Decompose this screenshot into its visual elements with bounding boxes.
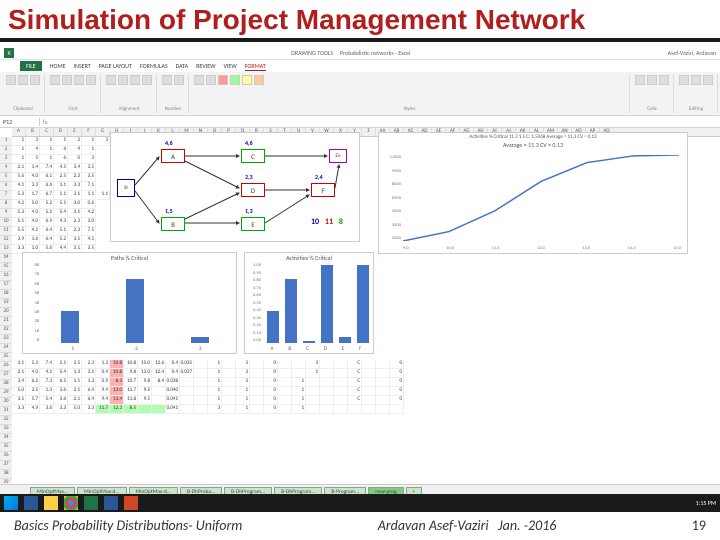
- ribbon-group-number: Number: [158, 74, 189, 113]
- percent-icon[interactable]: [174, 75, 184, 85]
- sort-icon[interactable]: [691, 75, 701, 85]
- slide-footer: Basics Probability Distributions- Unifor…: [0, 511, 720, 540]
- formula-bar: P12 fx: [0, 116, 720, 128]
- chart-activities: Activities % Critical 1.000.900.800.700.…: [244, 252, 374, 354]
- explorer-icon[interactable]: [44, 496, 58, 510]
- start-button[interactable]: [4, 496, 18, 510]
- fill-icon[interactable]: [86, 75, 96, 85]
- path-totals: 10 11 8: [309, 217, 345, 227]
- window-titlebar: X DRAWING TOOLS Probabilistic networks -…: [0, 46, 720, 60]
- ribbon-group-editing: Editing: [675, 74, 718, 113]
- chart-paths: Paths % Critical 88786858483828188 123: [22, 252, 237, 354]
- style-good-icon[interactable]: [230, 75, 240, 85]
- footer-left: Basics Probability Distributions- Unifor…: [14, 517, 242, 534]
- format-icon[interactable]: [659, 75, 669, 85]
- tab-home[interactable]: HOME: [50, 62, 66, 70]
- find-icon[interactable]: [703, 75, 713, 85]
- style-neutral-icon[interactable]: [242, 75, 252, 85]
- title-underline: [0, 38, 720, 42]
- tab-formulas[interactable]: FORMULAS: [140, 62, 168, 70]
- copy-icon[interactable]: [30, 75, 40, 85]
- currency-icon[interactable]: [162, 75, 172, 85]
- excel-window: X DRAWING TOOLS Probabilistic networks -…: [0, 46, 720, 490]
- ie-icon[interactable]: [24, 496, 38, 510]
- chart-scurve-title: Activities % Critical 11.3 1.5 C: 1.5068…: [379, 133, 687, 141]
- bold-icon[interactable]: [50, 75, 60, 85]
- ribbon-group-clipboard: Clipboard: [2, 74, 45, 113]
- tab-view[interactable]: VIEW: [224, 62, 237, 70]
- ribbon-group-cells: Cells: [631, 74, 674, 113]
- chart-activities-xaxis: ABCDEF: [263, 346, 369, 352]
- cond-format-icon[interactable]: [194, 75, 204, 85]
- row-headers: 1234567891011121314151617181920212223242…: [0, 137, 12, 488]
- tab-data[interactable]: DATA: [176, 62, 189, 70]
- chart-scurve-xaxis: 9.010.011.012.013.014.015.0: [403, 246, 681, 251]
- slide-title: Simulation of Project Management Network: [0, 0, 720, 36]
- cut-icon[interactable]: [18, 75, 28, 85]
- excel-taskbar-icon[interactable]: [84, 496, 98, 510]
- chart-activities-yaxis: 1.000.900.800.700.600.500.400.300.200.10…: [247, 263, 261, 343]
- wrap-icon[interactable]: [130, 75, 140, 85]
- paste-icon[interactable]: [6, 75, 16, 85]
- window-doc-title: DRAWING TOOLS Probabilistic networks - E…: [34, 49, 668, 57]
- chart-scurve-yaxis: 11000950080006500500035002000: [381, 155, 401, 241]
- network-diagram: St A C D F B E En 4,6 4,6 2,3 2,4 1,5 1,…: [110, 132, 360, 242]
- ribbon-group-styles: Styles: [190, 74, 630, 113]
- taskbar-clock: 1:15 PM: [696, 499, 716, 507]
- fx-label: fx: [40, 118, 50, 126]
- ribbon-group-alignment: Alignment: [102, 74, 157, 113]
- style-calc-icon[interactable]: [254, 75, 264, 85]
- tab-format[interactable]: FORMAT: [245, 62, 266, 71]
- chart-paths-plot: [41, 263, 232, 343]
- footer-center: Ardavan Asef-Vaziri Jan. -2016: [378, 517, 557, 534]
- delete-icon[interactable]: [647, 75, 657, 85]
- underline-icon[interactable]: [74, 75, 84, 85]
- tab-file[interactable]: FILE: [20, 61, 42, 71]
- tab-review[interactable]: REVIEW: [196, 62, 215, 70]
- ribbon: Clipboard Font Alignment Number Styles C…: [0, 72, 720, 116]
- chart-activities-plot: [263, 263, 369, 343]
- format-table-icon[interactable]: [206, 75, 216, 85]
- chart-scurve-plot: [403, 155, 679, 241]
- tab-pagelayout[interactable]: PAGE LAYOUT: [99, 62, 132, 70]
- merge-icon[interactable]: [142, 75, 152, 85]
- taskbar: 1:15 PM: [0, 494, 720, 512]
- tab-insert[interactable]: INSERT: [74, 62, 91, 70]
- chart-paths-title: Paths % Critical: [23, 253, 236, 263]
- name-box[interactable]: P12: [0, 118, 40, 126]
- sum-icon[interactable]: [679, 75, 689, 85]
- window-user: Asef-Vaziri, Ardavan: [668, 49, 716, 57]
- align-center-icon[interactable]: [118, 75, 128, 85]
- footer-page: 19: [692, 517, 706, 534]
- ppt-taskbar-icon[interactable]: [124, 496, 138, 510]
- ribbon-group-font: Font: [46, 74, 101, 113]
- bottom-table: 3.15.37.42.13.52.31.310.810.815.012.60.4…: [12, 360, 404, 414]
- italic-icon[interactable]: [62, 75, 72, 85]
- excel-icon: X: [4, 48, 14, 58]
- insert-icon[interactable]: [635, 75, 645, 85]
- chart-paths-xaxis: 123: [41, 346, 232, 352]
- chrome-icon[interactable]: [64, 496, 78, 510]
- worksheet[interactable]: ABCDEFGHIJKLMNOPQRSTUVWXYZAAABACADAEAFAG…: [0, 128, 720, 498]
- align-left-icon[interactable]: [106, 75, 116, 85]
- chart-paths-yaxis: 88786858483828188: [25, 263, 39, 343]
- ribbon-tabs: FILE HOME INSERT PAGE LAYOUT FORMULAS DA…: [0, 60, 720, 72]
- chart-activities-title: Activities % Critical: [245, 253, 373, 263]
- chart-scurve: Activities % Critical 11.3 1.5 C: 1.5068…: [378, 132, 688, 254]
- word-taskbar-icon[interactable]: [104, 496, 118, 510]
- chart-scurve-subtitle: Avarage = 11.3 CV = 0.13: [379, 141, 687, 149]
- style-bad-icon[interactable]: [218, 75, 228, 85]
